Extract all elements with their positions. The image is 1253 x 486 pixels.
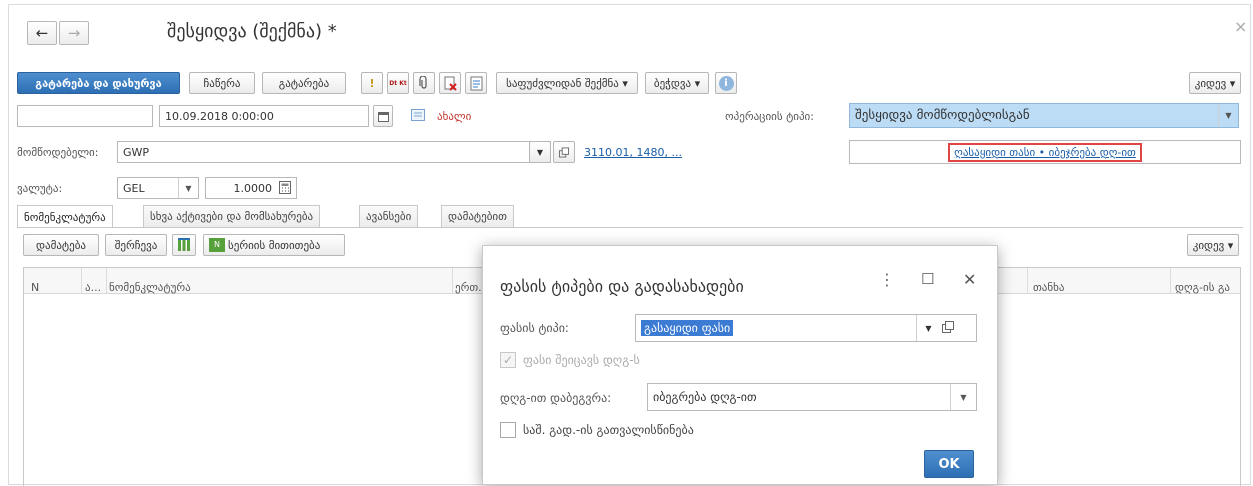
date-field[interactable]: 10.09.2018 0:00:00 (159, 105, 369, 127)
post-and-close-button[interactable]: გატარება და დახურვა (17, 72, 180, 94)
attachment-icon[interactable] (413, 72, 435, 94)
calendar-icon[interactable] (373, 105, 393, 127)
column-article[interactable]: ა... (85, 281, 101, 294)
price-types-and-taxes-dialog: ფასის ტიპები და გადასახადები ⋮ ☐ ✕ ფასის… (482, 245, 998, 485)
save-button[interactable]: ჩაწერა (189, 72, 255, 94)
serial-button[interactable]: N სერიის მითითება (203, 234, 345, 256)
supplier-label: მომწოდებელი: (17, 146, 99, 159)
tab-other-assets[interactable]: სხვა აქტივები და მომსახურება (143, 205, 321, 227)
currency-select[interactable]: GEL ▼ (117, 177, 199, 199)
vat-settings-box: ღასაყიდი თასი • იბეჯრება დღ-ით (849, 140, 1241, 164)
tab-divider (17, 227, 1243, 228)
status-new-label: ახალი (437, 110, 472, 123)
tab-nomenclature[interactable]: ნომენკლატურა (17, 205, 113, 228)
column-n[interactable]: N (31, 281, 39, 294)
currency-label: ვალუტა: (17, 182, 63, 195)
consider-checkbox[interactable] (500, 422, 516, 438)
post-button[interactable]: გატარება (262, 72, 346, 94)
dt-kt-icon[interactable]: Dt Kt (387, 72, 409, 94)
includes-vat-label: ფასი შეიცავს დღგ-ს (523, 353, 640, 367)
print-button[interactable]: ბეჭდვა ▾ (645, 72, 709, 94)
number-field[interactable] (17, 105, 153, 127)
consider-label: საშ. გად.-ის გათვალისწინება (523, 423, 694, 437)
forward-button[interactable]: → (59, 21, 89, 45)
close-icon[interactable]: × (1234, 17, 1247, 36)
serial-icon: N (209, 238, 225, 252)
maximize-icon[interactable]: ☐ (921, 270, 934, 288)
operation-type-label: ოპერაციის ტიპი: (725, 110, 814, 123)
vat-settings-link[interactable]: ღასაყიდი თასი • იბეჯრება დღ-ით (948, 142, 1142, 162)
includes-vat-checkbox[interactable]: ✓ (500, 352, 516, 368)
delete-document-icon[interactable] (439, 72, 461, 94)
back-button[interactable]: ← (27, 21, 57, 45)
open-icon[interactable] (553, 141, 575, 163)
menu-icon[interactable]: ⋮ (879, 270, 895, 289)
supplier-dropdown-button[interactable]: ▼ (529, 141, 551, 163)
create-based-on-button[interactable]: საფუძვლიდან შექმნა ▾ (496, 72, 638, 94)
dialog-title: ფასის ტიპები და გადასახადები (500, 277, 744, 296)
window-title: შესყიდვა (შექმნა) * (167, 21, 337, 42)
vat-taxation-label: დღგ-ით დაბეგვრა: (500, 391, 612, 405)
more-button[interactable]: კიდევ ▾ (1189, 72, 1241, 94)
move-columns-icon[interactable] (172, 234, 196, 256)
exclamation-icon[interactable]: ! (361, 72, 383, 94)
chevron-down-icon[interactable]: ▼ (178, 178, 198, 198)
add-button[interactable]: დამატება (23, 234, 99, 256)
column-unit[interactable]: ერთ. (455, 281, 482, 294)
supplier-field[interactable]: GWP (117, 141, 551, 163)
tab-additional[interactable]: დამატებით (441, 205, 514, 227)
calculator-icon[interactable] (279, 181, 291, 197)
price-type-label: ფასის ტიპი: (500, 321, 569, 335)
chevron-down-icon[interactable]: ▼ (1218, 104, 1238, 127)
operation-type-select[interactable]: შესყიდვა მომწოდებლისგან ▼ (849, 103, 1239, 128)
report-icon[interactable] (465, 72, 487, 94)
arrow-left-icon: ← (35, 24, 49, 42)
ok-button[interactable]: OK (924, 450, 974, 478)
document-list-icon[interactable] (411, 109, 425, 124)
select-button[interactable]: შერჩევა (105, 234, 167, 256)
column-nomenclature[interactable]: ნომენკლატურა (109, 281, 191, 294)
vat-taxation-select[interactable]: იბეგრება დღგ-ით ▼ (647, 383, 977, 411)
chevron-down-icon[interactable]: ▼ (950, 384, 976, 410)
table-more-button[interactable]: კიდევ ▾ (1187, 234, 1239, 256)
arrow-right-icon: → (67, 24, 81, 42)
info-icon[interactable]: i (715, 72, 737, 94)
close-icon[interactable]: ✕ (963, 270, 976, 289)
column-sum[interactable]: თანხა (1033, 281, 1064, 294)
chevron-down-icon[interactable]: ▼ (916, 315, 940, 341)
open-icon[interactable] (942, 321, 954, 336)
price-type-select[interactable]: გასაყიდი ფასი ▼ (635, 314, 977, 342)
column-vat-rate[interactable]: დღგ-ის გა (1175, 281, 1230, 294)
tab-advances[interactable]: ავანსები (359, 205, 419, 227)
contract-link[interactable]: 3110.01, 1480, ... (584, 146, 682, 159)
